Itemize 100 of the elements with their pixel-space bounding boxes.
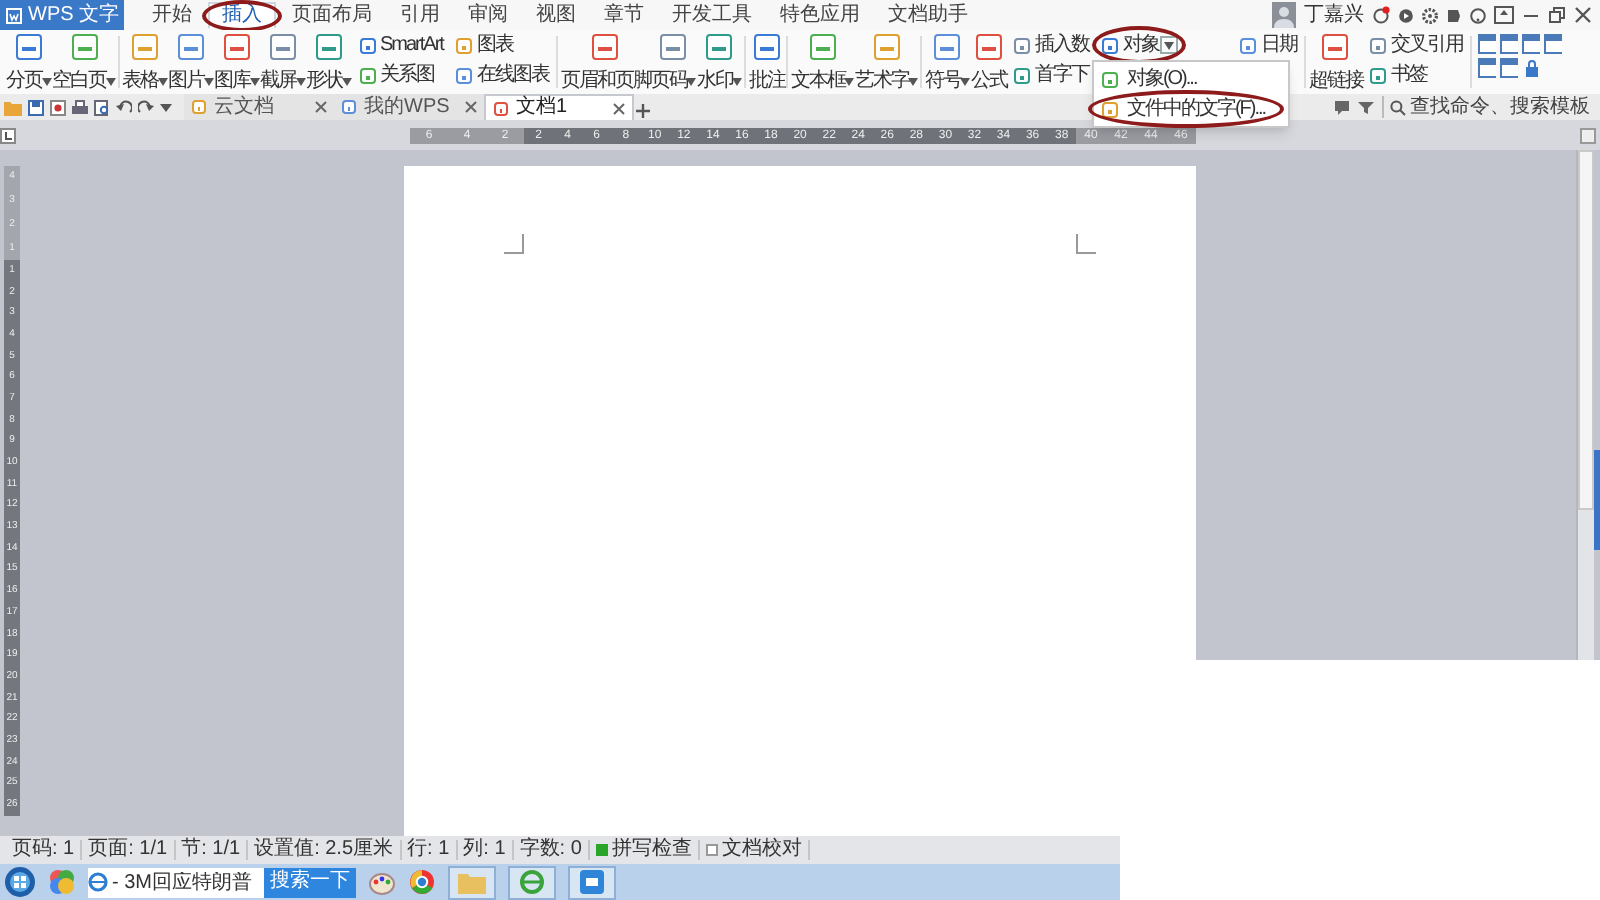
ribbon-button[interactable]: 页码: [650, 30, 697, 94]
ribbon-button[interactable]: 空白页: [52, 30, 116, 94]
tab-stop-icon[interactable]: [0, 127, 16, 143]
ribbon-button[interactable]: 水印: [696, 30, 743, 94]
status-text: 字数: 0: [513, 840, 590, 860]
vertical-scrollbar[interactable]: [1576, 150, 1594, 660]
app-menu-button[interactable]: WPS 文字: [0, 0, 124, 30]
settings-icon[interactable]: [1422, 7, 1438, 23]
ribbon-button[interactable]: 在线图表: [454, 62, 549, 88]
ribbon-button[interactable]: 超链接: [1308, 30, 1363, 94]
close-icon[interactable]: [1574, 6, 1592, 24]
document-tab[interactable]: 云文档: [184, 94, 334, 120]
ribbon-button[interactable]: 书签: [1368, 62, 1463, 88]
comment-icon[interactable]: [1334, 99, 1350, 115]
document-icon: [358, 35, 378, 55]
colorful-app-icon[interactable]: [48, 868, 76, 896]
ribbon-button[interactable]: 文本框: [790, 30, 855, 94]
layout-icon[interactable]: [1478, 34, 1497, 54]
status-toggle[interactable]: 拼写检查: [589, 840, 700, 860]
status-toggle[interactable]: 文档校对: [699, 840, 810, 860]
document-icon: [1100, 69, 1121, 89]
menu-tab[interactable]: 视图: [524, 2, 588, 28]
margin-mark: [1076, 234, 1096, 254]
layout-icon[interactable]: [1522, 34, 1541, 54]
close-icon[interactable]: [314, 100, 328, 114]
paint-palette-icon[interactable]: [368, 868, 396, 896]
layout-icon[interactable]: [1500, 34, 1519, 54]
menu-tab[interactable]: 开始: [140, 2, 204, 28]
save-icon[interactable]: [28, 99, 44, 115]
plus-icon[interactable]: [634, 102, 652, 120]
tab-label: 我的WPS: [364, 97, 450, 117]
ribbon-button[interactable]: 截屏: [260, 30, 306, 94]
menu-tab[interactable]: 文档助手: [876, 2, 980, 28]
menu-tab[interactable]: 插入: [208, 2, 276, 28]
user-name[interactable]: 丁嘉兴: [1304, 5, 1364, 25]
ruler-toggle-button[interactable]: [1580, 127, 1596, 143]
ribbon-button[interactable]: 页眉和页脚: [560, 30, 651, 94]
menu-tab[interactable]: 引用: [388, 2, 452, 28]
ribbon-button[interactable]: 形状: [306, 30, 352, 94]
checkbox[interactable]: [595, 844, 608, 856]
ribbon-button[interactable]: 表格: [122, 30, 168, 94]
undo-icon[interactable]: [116, 99, 132, 115]
redo-icon[interactable]: [138, 99, 154, 115]
ribbon-button[interactable]: 图片: [168, 30, 214, 94]
ribbon-button[interactable]: 公式: [970, 30, 1007, 94]
close-icon[interactable]: [612, 101, 626, 115]
status-text: 设置值: 2.5厘米: [248, 840, 402, 860]
menu-tab[interactable]: 特色应用: [768, 2, 872, 28]
browser-icon[interactable]: [408, 868, 436, 896]
ribbon-button[interactable]: 批注: [748, 30, 785, 94]
search-field[interactable]: 查找命令、搜索模板: [1382, 96, 1594, 118]
ribbon-button[interactable]: SmartArt: [358, 32, 443, 58]
close-icon[interactable]: [464, 100, 478, 114]
ribbon-button[interactable]: 分页: [6, 30, 52, 94]
document-icon: [190, 98, 208, 116]
ribbon-button[interactable]: 首字下: [1012, 62, 1089, 88]
ribbon-button[interactable]: 艺术字: [854, 30, 919, 94]
document-tab[interactable]: 我的WPS: [334, 94, 484, 120]
ribbon-button[interactable]: 图表: [454, 32, 549, 58]
filter-icon[interactable]: [1358, 99, 1374, 115]
notification-icon[interactable]: [1372, 6, 1390, 24]
status-text: 节: 1/1: [175, 840, 249, 860]
browser-button[interactable]: [508, 865, 556, 899]
print-icon[interactable]: [72, 99, 88, 115]
scroll-thumb[interactable]: [1578, 150, 1594, 510]
restore-icon[interactable]: [1548, 6, 1566, 24]
document-tab[interactable]: 文档1: [484, 94, 634, 120]
office-app-button[interactable]: [568, 865, 616, 899]
caret-icon: [106, 78, 116, 86]
caret-icon: [204, 78, 214, 86]
menu-tab[interactable]: 审阅: [456, 2, 520, 28]
ribbon-button[interactable]: 日期: [1238, 32, 1297, 58]
checkbox[interactable]: [705, 844, 718, 856]
menu-tab[interactable]: 页面布局: [280, 2, 384, 28]
layout-icon[interactable]: [1500, 58, 1519, 78]
layout-icon[interactable]: [1478, 58, 1497, 78]
layout-icon[interactable]: [1544, 34, 1563, 54]
document-icon: [1012, 35, 1033, 55]
menu-tab[interactable]: 开发工具: [660, 2, 764, 28]
ribbon-button[interactable]: 交叉引用: [1368, 32, 1463, 58]
ribbon-button[interactable]: 符号: [924, 30, 971, 94]
caret-icon: [342, 78, 352, 86]
web-search-field[interactable]: - 3M回应特朗普 搜索一下: [88, 867, 356, 897]
user-avatar[interactable]: [1272, 2, 1296, 28]
caret-icon[interactable]: [160, 103, 172, 111]
tab-label: 文档1: [516, 98, 568, 118]
upload-icon[interactable]: [1494, 6, 1514, 24]
menu-tab[interactable]: 章节: [592, 2, 656, 28]
document-icon: [1238, 35, 1259, 55]
lock-icon[interactable]: [1522, 58, 1541, 78]
status-text: 行: 1: [401, 840, 458, 860]
ribbon-button[interactable]: 关系图: [358, 62, 443, 88]
ribbon-button[interactable]: 图库: [214, 30, 260, 94]
ribbon-button[interactable]: 插入数: [1012, 32, 1089, 58]
start-button[interactable]: [4, 866, 36, 898]
preview-icon[interactable]: [94, 99, 110, 115]
help-icon[interactable]: [1470, 7, 1486, 23]
search-button[interactable]: 搜索一下: [264, 867, 356, 897]
margin-mark: [504, 234, 524, 254]
menu-item[interactable]: 对象(O)...: [1094, 64, 1272, 94]
